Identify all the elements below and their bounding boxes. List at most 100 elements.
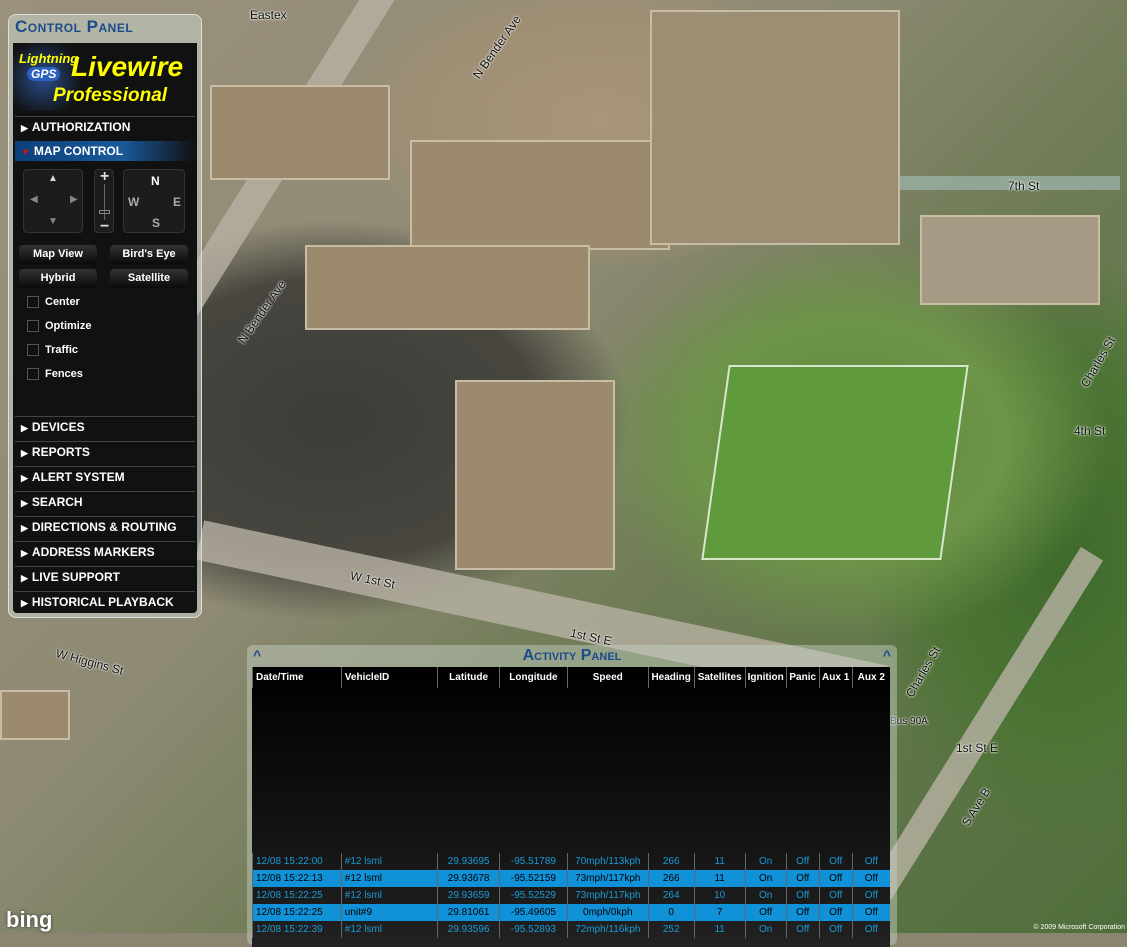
zoom-out-icon[interactable]: −	[100, 218, 109, 236]
section-reports[interactable]: ▶ REPORTS	[15, 441, 195, 461]
table-row[interactable]: 12/08 15:22:00 #12 lsml 29.93695 -95.51789 7…	[252, 853, 890, 870]
street-label: 7th St	[1008, 179, 1040, 193]
column-header[interactable]: Satellites	[693, 667, 746, 688]
checkbox-label: Traffic	[45, 344, 79, 356]
table-row[interactable]: 12/08 15:22:13 #12 lsml 29.93678 -95.52159 7…	[252, 870, 890, 887]
table-row[interactable]: 12/08 15:22:25 unit#9 29.81061 -95.49605 0mp…	[252, 904, 890, 921]
expand-panel-icon[interactable]: ^	[883, 647, 891, 663]
section-live-support[interactable]: ▶ LIVE SUPPORT	[15, 566, 195, 586]
column-header[interactable]: Longitude	[499, 667, 568, 688]
table-cell: Off	[785, 904, 820, 921]
activity-table: Date/Time VehicleID Latitude Longitude Speed…	[252, 667, 890, 947]
column-header[interactable]: Ignition	[744, 667, 787, 688]
compass-e[interactable]: E	[173, 195, 181, 209]
street-label: S Ave B	[959, 785, 994, 829]
section-search[interactable]: ▶ SEARCH	[15, 491, 195, 511]
column-header[interactable]: Latitude	[437, 667, 500, 688]
section-label: HISTORICAL PLAYBACK	[31, 595, 174, 609]
table-cell: Off	[851, 853, 890, 870]
zoom-slider-handle[interactable]	[99, 210, 110, 214]
column-header[interactable]: Panic	[785, 667, 820, 688]
section-map-control[interactable]: ▼ MAP CONTROL	[15, 141, 195, 161]
street-label: 1st St E	[956, 741, 999, 755]
column-header[interactable]: Heading	[647, 667, 695, 688]
logo-text: Professional	[53, 85, 168, 106]
expand-arrow-icon: ▶	[21, 123, 28, 133]
column-header[interactable]: Date/Time	[252, 667, 342, 688]
table-cell: Off	[744, 904, 787, 921]
table-cell: Off	[818, 870, 853, 887]
table-cell: 72mph/116kph	[566, 921, 649, 938]
birds-eye-button[interactable]: Bird's Eye	[110, 245, 188, 264]
table-cell: 73mph/117kph	[566, 870, 649, 887]
compass-s[interactable]: S	[152, 216, 160, 230]
section-alert-system[interactable]: ▶ ALERT SYSTEM	[15, 466, 195, 486]
street-label: Charles St	[1077, 334, 1119, 390]
livewire-logo: Lightning GPS Livewire Professional	[13, 43, 197, 111]
column-header[interactable]: VehicleID	[340, 667, 438, 688]
section-authorization[interactable]: ▶ AUTHORIZATION	[15, 116, 195, 136]
table-cell: 0	[647, 904, 695, 921]
table-cell: -95.49605	[499, 904, 568, 921]
pan-down-icon[interactable]: ▼	[48, 216, 58, 227]
section-label: ALERT SYSTEM	[31, 470, 125, 484]
satellite-button[interactable]: Satellite	[110, 269, 188, 288]
table-cell: 73mph/117kph	[566, 887, 649, 904]
table-cell: Off	[851, 887, 890, 904]
table-cell: 29.93695	[437, 853, 500, 870]
compass-n[interactable]: N	[151, 174, 160, 188]
fences-checkbox[interactable]: Fences	[27, 367, 83, 381]
column-header[interactable]: Aux 1	[818, 667, 853, 688]
table-cell: 264	[647, 887, 695, 904]
section-directions-routing[interactable]: ▶ DIRECTIONS & ROUTING	[15, 516, 195, 536]
pan-left-icon[interactable]: ◀	[30, 194, 38, 205]
table-cell: On	[744, 887, 787, 904]
table-row[interactable]: 12/08 15:22:25 #12 lsml 29.93659 -95.52529 7…	[252, 887, 890, 904]
street-label: N Bender Ave	[470, 12, 524, 82]
center-checkbox[interactable]: Center	[27, 295, 80, 309]
zoom-slider[interactable]: + −	[94, 168, 114, 236]
optimize-checkbox[interactable]: Optimize	[27, 319, 91, 333]
expand-arrow-icon: ▶	[21, 573, 28, 583]
pan-control[interactable]: ▲ ▼ ◀ ▶	[23, 169, 83, 233]
checkbox-label: Center	[45, 296, 80, 308]
expand-arrow-icon: ▶	[21, 423, 28, 433]
table-cell: -95.52893	[499, 921, 568, 938]
table-row[interactable]: 12/08 15:22:39 #12 lsml 29.93596 -95.52893 7…	[252, 921, 890, 938]
table-cell: 12/08 15:22:25	[252, 887, 342, 904]
section-label: AUTHORIZATION	[31, 120, 131, 134]
column-header[interactable]: Aux 2	[851, 667, 890, 688]
table-cell: #12 lsml	[340, 870, 438, 887]
map-view-button[interactable]: Map View	[19, 245, 97, 264]
column-header[interactable]: Speed	[566, 667, 649, 688]
compass-w[interactable]: W	[128, 195, 139, 209]
hybrid-button[interactable]: Hybrid	[19, 269, 97, 288]
table-cell: 12/08 15:22:39	[252, 921, 342, 938]
table-cell: 12/08 15:22:13	[252, 870, 342, 887]
traffic-checkbox[interactable]: Traffic	[27, 343, 78, 357]
bing-logo: bing	[6, 907, 53, 932]
table-cell: 70mph/113kph	[566, 853, 649, 870]
table-cell: 266	[647, 853, 695, 870]
section-devices[interactable]: ▶ DEVICES	[15, 416, 195, 436]
pan-right-icon[interactable]: ▶	[70, 194, 78, 205]
table-cell: 11	[693, 921, 746, 938]
table-cell: 266	[647, 870, 695, 887]
section-label: REPORTS	[31, 445, 90, 459]
section-address-markers[interactable]: ▶ ADDRESS MARKERS	[15, 541, 195, 561]
section-historical-playback[interactable]: ▶ HISTORICAL PLAYBACK	[15, 591, 195, 611]
table-cell: 11	[693, 853, 746, 870]
table-cell: Off	[818, 853, 853, 870]
pan-up-icon[interactable]: ▲	[48, 173, 58, 184]
table-cell: Off	[785, 921, 820, 938]
section-label: MAP CONTROL	[33, 144, 124, 158]
table-cell: 29.93678	[437, 870, 500, 887]
section-label: SEARCH	[31, 495, 83, 509]
control-panel-title: Control Panel	[15, 17, 134, 36]
table-cell: 11	[693, 870, 746, 887]
compass-control[interactable]: N W E S	[123, 169, 185, 233]
street-label: N Bender Ave	[235, 277, 289, 347]
expand-arrow-icon: ▶	[21, 473, 28, 483]
logo-text: Lightning	[19, 51, 79, 66]
control-panel: Control Panel Lightning GPS Livewire Pro…	[8, 14, 202, 618]
